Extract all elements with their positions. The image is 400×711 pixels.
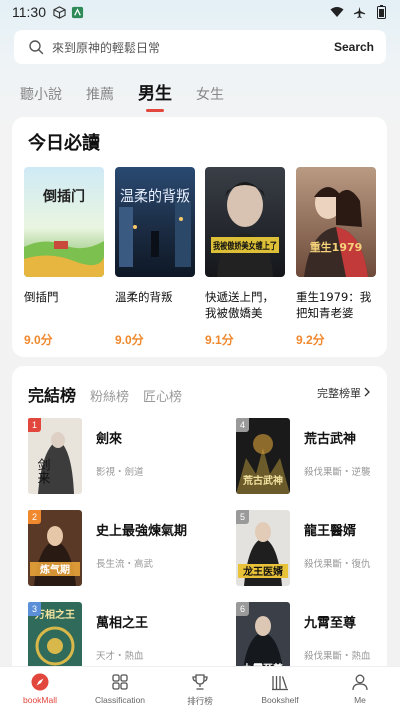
ranking-card: 完結榜 粉絲榜 匠心榜 完整榜單 剑来 1 劍來 影視・劍道 荒古武神 4 荒古… (12, 366, 387, 676)
nav-ranking[interactable]: 排行榜 (160, 667, 240, 711)
search-button[interactable]: Search (334, 40, 374, 54)
bookshelf-icon (270, 672, 290, 692)
tab-recommend[interactable]: 推薦 (86, 84, 114, 110)
book-title: 倒插門 (24, 290, 59, 304)
rank-badge: 3 (28, 602, 41, 616)
book-title: 快遞送上門，我被傲嬌美女… (205, 290, 274, 320)
tab-label: 女生 (196, 87, 224, 103)
tab-audio-novels[interactable]: 聽小說 (20, 84, 62, 110)
tab-male[interactable]: 男生 (138, 79, 172, 112)
nav-label: Classification (94, 695, 146, 705)
nav-bookshelf[interactable]: Bookshelf (240, 667, 320, 711)
book-score: 9.1分 (205, 333, 234, 347)
book-tags: 殺伐果斷・逆襲 (304, 467, 371, 478)
rank-badge: 4 (236, 418, 249, 432)
chevron-right-icon (363, 387, 371, 400)
rank-badge: 6 (236, 602, 249, 616)
svg-text:重生1979: 重生1979 (310, 240, 363, 254)
rank-badge: 1 (28, 418, 41, 432)
svg-text:荒古武神: 荒古武神 (242, 474, 283, 487)
ranking-item[interactable]: 炼气期 2 史上最強煉氣期 長生流・高武 (28, 510, 208, 590)
status-bar: 11:30 (0, 0, 400, 24)
book-tags: 殺伐果斷・熱血 (304, 651, 371, 662)
tab-fans-ranking[interactable]: 粉絲榜 (90, 386, 129, 405)
nav-label: Bookshelf (261, 695, 299, 705)
book-name: 荒古武神 (304, 432, 357, 447)
book-score: 9.0分 (115, 333, 144, 347)
book-title: 重生1979：我把知青老婆寵… (296, 290, 372, 320)
svg-text:温柔的背叛: 温柔的背叛 (120, 187, 190, 205)
compass-icon (30, 672, 50, 692)
full-list-label: 完整榜單 (317, 387, 361, 400)
book-score: 9.0分 (24, 333, 53, 347)
book-tags: 殺伐果斷・復仇 (304, 559, 371, 570)
bottom-nav: bookMall Classification 排行榜 Bookshelf Me (0, 666, 400, 711)
nav-me[interactable]: Me (320, 667, 400, 711)
search-input[interactable]: 來到原神的輕鬆日常 (52, 39, 334, 56)
book-card[interactable]: 重生1979 重生1979：我把知青老婆寵… 9.2分 (296, 167, 376, 348)
book-cover: 温柔的背叛 (115, 167, 195, 277)
grid-icon (110, 672, 130, 692)
trophy-icon (190, 672, 210, 692)
book-card[interactable]: 我被傲娇美女缠上了 快遞送上門，我被傲嬌美女… 9.1分 (205, 167, 285, 348)
ranking-item[interactable]: 荒古武神 4 荒古武神 殺伐果斷・逆襲 (236, 418, 387, 498)
tab-label: 推薦 (86, 87, 114, 103)
battery-icon (374, 5, 388, 19)
ranking-item[interactable]: 剑来 1 劍來 影視・劍道 (28, 418, 208, 498)
book-card[interactable]: 温柔的背叛 溫柔的背叛 9.0分 (115, 167, 195, 348)
search-bar[interactable]: 來到原神的輕鬆日常 Search (14, 30, 386, 64)
rank-badge: 2 (28, 510, 41, 524)
book-name: 九霄至尊 (304, 616, 357, 631)
nav-bookmall[interactable]: bookMall (0, 667, 80, 711)
nav-label: 排行榜 (187, 696, 213, 706)
book-tags: 長生流・高武 (96, 559, 154, 570)
airplane-icon (352, 5, 366, 19)
svg-text:龙王医婿: 龙王医婿 (242, 565, 284, 578)
active-tab-indicator (146, 109, 164, 112)
user-icon (350, 672, 370, 692)
book-name: 萬相之王 (96, 616, 149, 631)
book-name: 史上最強煉氣期 (96, 524, 188, 539)
ranking-item[interactable]: 万相之王 3 萬相之王 天才・熱血 (28, 602, 208, 676)
tab-completed-ranking[interactable]: 完結榜 (28, 382, 76, 406)
svg-text:剑来: 剑来 (35, 457, 51, 484)
tab-label: 聽小說 (20, 87, 62, 103)
search-icon (28, 39, 44, 55)
book-name: 劍來 (96, 432, 123, 447)
today-must-read-card: 今日必讀 倒插门 倒插門 9.0分 温柔的背叛 溫柔的背叛 9.0分 我被傲娇美… (12, 117, 387, 357)
ranking-item[interactable]: 九霄至尊 6 九霄至尊 殺伐果斷・熱血 (236, 602, 387, 676)
book-cover: 重生1979 (296, 167, 376, 277)
book-name: 龍王醫婿 (304, 524, 357, 539)
full-list-link[interactable]: 完整榜單 (317, 385, 371, 401)
cube-icon (52, 5, 66, 19)
top-tabs: 聽小說 推薦 男生 女生 (20, 79, 248, 112)
book-card[interactable]: 倒插门 倒插門 9.0分 (24, 167, 104, 348)
tab-craft-ranking[interactable]: 匠心榜 (143, 386, 182, 405)
svg-text:我被傲娇美女缠上了: 我被傲娇美女缠上了 (213, 240, 277, 252)
ranking-item[interactable]: 龙王医婿 5 龍王醫婿 殺伐果斷・復仇 (236, 510, 387, 590)
book-score: 9.2分 (296, 333, 325, 347)
status-time: 11:30 (12, 4, 46, 20)
nav-classification[interactable]: Classification (80, 667, 160, 711)
app-notification-icon (70, 5, 84, 19)
book-tags: 天才・熱血 (96, 651, 144, 662)
nav-label: Me (354, 695, 366, 705)
svg-text:倒插门: 倒插门 (42, 188, 85, 205)
book-title: 溫柔的背叛 (115, 290, 173, 304)
tab-label: 男生 (138, 84, 172, 104)
book-cover: 倒插门 (24, 167, 104, 277)
book-tags: 影視・劍道 (96, 467, 144, 478)
book-cover: 我被傲娇美女缠上了 (205, 167, 285, 277)
ranking-tabs: 完結榜 粉絲榜 匠心榜 (28, 382, 196, 406)
section-title: 今日必讀 (28, 133, 100, 154)
rank-badge: 5 (236, 510, 249, 524)
tab-female[interactable]: 女生 (196, 84, 224, 110)
nav-label: bookMall (22, 695, 58, 705)
wifi-icon (330, 5, 344, 19)
svg-text:炼气期: 炼气期 (40, 563, 70, 576)
